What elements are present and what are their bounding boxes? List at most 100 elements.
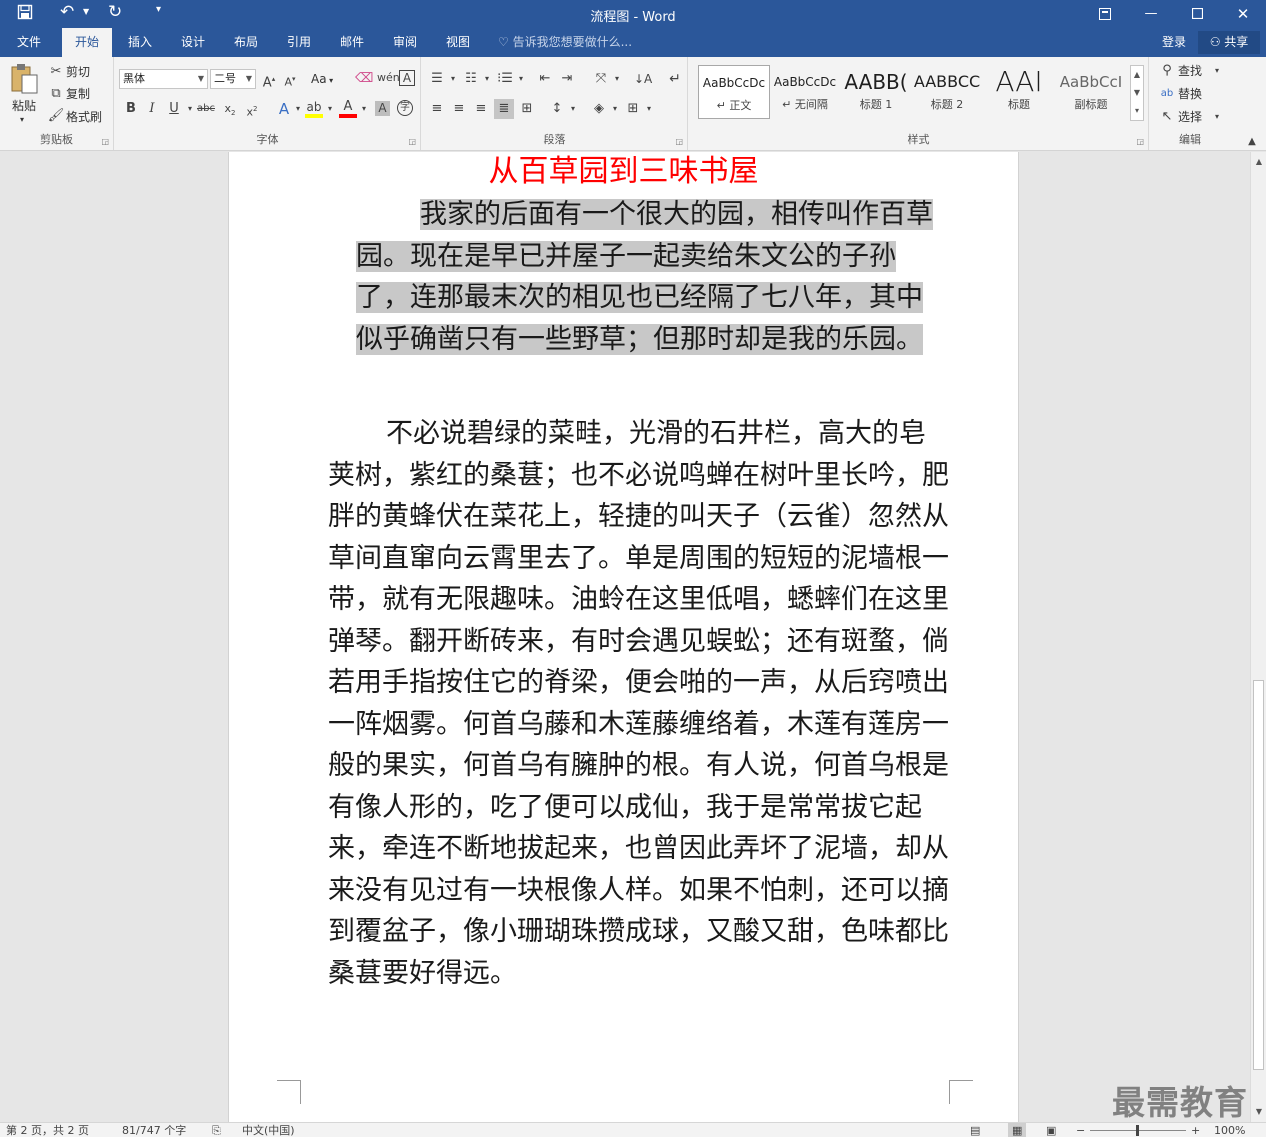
phonetic-guide-icon[interactable]: wén — [377, 69, 400, 87]
language-indicator[interactable]: 中文(中国) — [242, 1123, 295, 1137]
justify-icon[interactable]: ≣ — [494, 99, 514, 119]
dialog-launcher-icon[interactable]: ◲ — [675, 137, 683, 146]
document-workspace: 从百草园到三味书屋 我家的后面有一个很大的园，相传叫作百草园。现在是早已并屋子一… — [0, 152, 1250, 1122]
dialog-launcher-icon[interactable]: ◲ — [408, 137, 416, 146]
chevron-down-icon[interactable]: ▾ — [478, 70, 496, 88]
chevron-down-icon[interactable]: ▾ — [355, 100, 373, 118]
style-title[interactable]: AAI 标题 — [983, 65, 1055, 119]
zoom-in-icon[interactable]: + — [1191, 1123, 1200, 1137]
grow-font-icon[interactable]: A▴ — [260, 70, 278, 92]
tab-view[interactable]: 视图 — [432, 28, 484, 57]
document-page[interactable]: 从百草园到三味书屋 我家的后面有一个很大的园，相传叫作百草园。现在是早已并屋子一… — [228, 152, 1019, 1122]
tab-design[interactable]: 设计 — [167, 28, 219, 57]
dialog-launcher-icon[interactable]: ◲ — [1136, 137, 1144, 146]
scroll-up-icon[interactable]: ▲ — [1251, 154, 1266, 170]
chevron-down-icon: ▾ — [326, 76, 334, 85]
chevron-down-icon[interactable]: ▾ — [1208, 62, 1226, 80]
chevron-down-icon[interactable]: ▾ — [606, 100, 624, 118]
copy-button[interactable]: 复制 — [66, 85, 90, 103]
chevron-up-icon[interactable]: ▲ — [1131, 66, 1143, 84]
signin-link[interactable]: 登录 — [1162, 28, 1186, 57]
close-icon[interactable]: ✕ — [1220, 0, 1266, 28]
collapse-ribbon-icon[interactable]: ▲ — [1243, 133, 1261, 151]
tab-insert[interactable]: 插入 — [114, 28, 166, 57]
superscript-icon[interactable]: x2 — [243, 100, 261, 122]
tab-review[interactable]: 审阅 — [379, 28, 431, 57]
format-painter-button[interactable]: 格式刷 — [66, 108, 102, 126]
more-styles-icon[interactable]: ▾ — [1131, 102, 1143, 120]
styles-group-label: 样式 — [907, 133, 930, 146]
vertical-scrollbar[interactable]: ▲ ▼ — [1250, 152, 1266, 1122]
align-left-icon[interactable]: ≡ — [428, 100, 446, 118]
zoom-level[interactable]: 100% — [1214, 1123, 1245, 1137]
paragraph-selected[interactable]: 我家的后面有一个很大的园，相传叫作百草园。现在是早已并屋子一起卖给朱文公的子孙了… — [356, 194, 949, 360]
minimize-icon[interactable]: — — [1128, 0, 1174, 28]
chevron-down-icon[interactable]: ▾ — [321, 100, 339, 118]
shrink-font-icon[interactable]: A▾ — [281, 70, 299, 92]
style-subtitle[interactable]: AaBbCcI 副标题 — [1055, 65, 1127, 119]
tell-me-search[interactable]: ♡ 告诉我您想要做什么... — [498, 28, 632, 57]
style-heading-2[interactable]: AABBCC 标题 2 — [911, 65, 983, 119]
enclose-characters-icon[interactable]: 字 — [397, 100, 413, 116]
zoom-slider-thumb[interactable] — [1136, 1125, 1139, 1136]
chevron-down-icon[interactable]: ▼ — [1131, 84, 1143, 102]
chevron-down-icon[interactable]: ▾ — [512, 70, 530, 88]
distributed-icon[interactable]: ⊞ — [518, 100, 536, 118]
ribbon-tabs: 文件 开始 插入 设计 布局 引用 邮件 审阅 视图 ♡ 告诉我您想要做什么..… — [0, 28, 1266, 57]
page-count[interactable]: 第 2 页，共 2 页 — [6, 1123, 89, 1137]
proofing-icon[interactable]: ⎘ — [212, 1123, 221, 1137]
align-center-icon[interactable]: ≡ — [450, 100, 468, 118]
web-layout-icon[interactable]: ▣ — [1046, 1123, 1056, 1137]
italic-icon[interactable]: I — [143, 100, 161, 118]
paste-button[interactable]: 粘贴 ▾ — [6, 61, 42, 125]
align-right-icon[interactable]: ≡ — [472, 100, 490, 118]
scroll-down-icon[interactable]: ▼ — [1251, 1104, 1266, 1120]
maximize-icon[interactable] — [1174, 0, 1220, 28]
scroll-thumb[interactable] — [1253, 680, 1264, 1070]
change-case-button[interactable]: Aa ▾ — [311, 70, 333, 90]
chevron-down-icon[interactable]: ▾ — [640, 100, 658, 118]
dialog-launcher-icon[interactable]: ◲ — [101, 137, 109, 146]
paragraph-2[interactable]: 不必说碧绿的菜畦，光滑的石井栏，高大的皂荚树，紫红的桑葚；也不必说鸣蝉在树叶里长… — [328, 413, 949, 994]
zoom-out-icon[interactable]: − — [1076, 1123, 1085, 1137]
select-button[interactable]: 选择 — [1178, 108, 1202, 126]
format-painter-icon: 🖌 — [47, 108, 65, 123]
tab-references[interactable]: 引用 — [273, 28, 325, 57]
style-normal[interactable]: AaBbCcDc ↵ 正文 — [698, 65, 770, 119]
bold-icon[interactable]: B — [122, 100, 140, 118]
share-button[interactable]: ⚇ 共享 — [1198, 31, 1260, 54]
replace-button[interactable]: 替换 — [1178, 85, 1202, 103]
style-heading-1[interactable]: AABB( 标题 1 — [840, 65, 912, 119]
tab-home[interactable]: 开始 — [62, 28, 112, 57]
chevron-down-icon: ▼ — [245, 74, 252, 83]
tab-mailings[interactable]: 邮件 — [326, 28, 378, 57]
watermark: 最需教育 — [1112, 1083, 1248, 1122]
strikethrough-icon[interactable]: abc — [197, 100, 215, 118]
read-mode-icon[interactable]: ▤ — [970, 1123, 980, 1137]
tab-layout[interactable]: 布局 — [220, 28, 272, 57]
cut-button[interactable]: 剪切 — [66, 63, 90, 81]
font-name-combo[interactable]: 黑体 ▼ — [119, 69, 208, 89]
style-no-spacing[interactable]: AaBbCcDc ↵ 无间隔 — [769, 65, 841, 119]
styles-scroll[interactable]: ▲ ▼ ▾ — [1130, 65, 1144, 121]
decrease-indent-icon[interactable]: ⇤ — [536, 70, 554, 88]
increase-indent-icon[interactable]: ⇥ — [558, 70, 576, 88]
tab-file[interactable]: 文件 — [0, 28, 58, 57]
chevron-down-icon[interactable]: ▾ — [608, 70, 626, 88]
show-marks-icon[interactable]: ↵ — [666, 70, 684, 88]
chevron-down-icon[interactable]: ▾ — [1208, 108, 1226, 126]
find-button[interactable]: 查找 — [1178, 62, 1202, 80]
word-count[interactable]: 81/747 个字 — [122, 1123, 186, 1137]
clear-formatting-icon[interactable]: ⌫ — [355, 70, 373, 88]
character-shading-icon[interactable]: A — [375, 101, 390, 116]
chevron-down-icon[interactable]: ▾ — [564, 100, 582, 118]
font-size-combo[interactable]: 二号 ▼ — [210, 69, 256, 89]
chevron-down-icon[interactable]: ▾ — [444, 70, 462, 88]
paragraph-group: ☰ ▾ ☷ ▾ ⁝☰ ▾ ⇤ ⇥ ⤧ ▾ ↓A ↵ ≡ ≡ ≡ ≣ ⊞ ↕ ▾ … — [422, 57, 688, 150]
sort-icon[interactable]: ↓A — [634, 70, 652, 88]
clipboard-group: 粘贴 ▾ ✂ 剪切 ⧉ 复制 🖌 格式刷 剪贴板 ◲ — [0, 57, 114, 150]
character-border-icon[interactable]: A — [399, 70, 415, 86]
ribbon-display-icon[interactable] — [1082, 0, 1128, 28]
print-layout-icon[interactable]: ▦ — [1008, 1123, 1027, 1137]
subscript-icon[interactable]: x2 — [221, 100, 239, 122]
